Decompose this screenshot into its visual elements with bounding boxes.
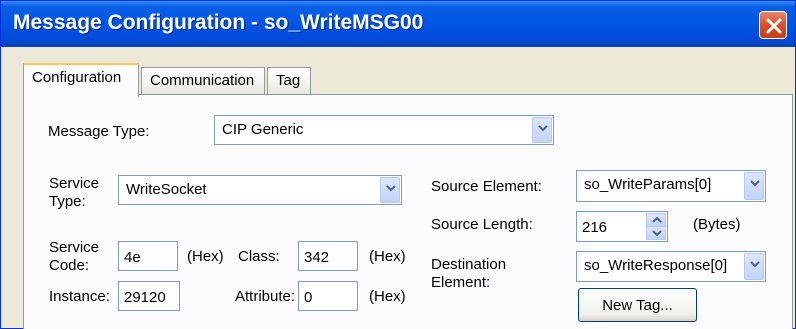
service-type-dropdown-arrow[interactable] <box>380 177 400 203</box>
message-type-value: CIP Generic <box>222 121 304 138</box>
class-label: Class: <box>238 248 280 265</box>
close-button[interactable] <box>759 11 787 39</box>
tab-tag-label: Tag <box>276 72 301 89</box>
tab-configuration-label: Configuration <box>32 69 122 86</box>
source-element-label: Source Element: <box>431 178 542 195</box>
tab-configuration[interactable]: Configuration <box>23 63 139 97</box>
chevron-down-icon <box>750 180 760 187</box>
destination-element-label-line2: Element: <box>431 274 491 291</box>
new-tag-button-label: New Tag... <box>602 297 673 314</box>
spin-down-button[interactable] <box>646 226 666 240</box>
tab-communication[interactable]: Communication <box>141 67 265 95</box>
source-element-value: so_WriteParams[0] <box>584 176 712 193</box>
source-length-label: Source Length: <box>431 216 533 233</box>
instance-input[interactable]: 29120 <box>118 281 180 311</box>
service-code-input[interactable]: 4e <box>118 241 178 271</box>
close-icon <box>766 18 782 34</box>
service-type-label-line2: Type: <box>49 193 86 210</box>
destination-element-dropdown[interactable]: so_WriteResponse[0] <box>576 251 766 282</box>
attribute-value: 0 <box>304 289 313 306</box>
service-code-value: 4e <box>124 249 141 266</box>
destination-element-dropdown-arrow-box[interactable] <box>742 251 766 282</box>
class-value: 342 <box>304 249 330 266</box>
chevron-down-icon <box>750 261 760 268</box>
destination-element-dropdown-arrow[interactable] <box>744 253 764 280</box>
instance-label: Instance: <box>49 288 110 305</box>
message-configuration-dialog: Message Configuration - so_WriteMSG00 Co… <box>0 0 796 329</box>
attribute-hex-label: (Hex) <box>369 288 406 305</box>
message-type-dropdown-arrow[interactable] <box>532 117 552 143</box>
source-element-dropdown[interactable]: so_WriteParams[0] <box>576 170 766 202</box>
message-type-dropdown[interactable]: CIP Generic <box>214 115 554 145</box>
service-type-label-line1: Service <box>49 175 100 192</box>
bytes-label: (Bytes) <box>693 216 741 233</box>
spin-up-button[interactable] <box>646 213 666 227</box>
tab-communication-label: Communication <box>150 72 255 89</box>
service-type-dropdown[interactable]: WriteSocket <box>118 175 402 205</box>
chevron-down-icon <box>386 185 396 192</box>
source-length-spinner[interactable] <box>646 213 666 240</box>
attribute-input[interactable]: 0 <box>298 281 358 311</box>
title-bar[interactable]: Message Configuration - so_WriteMSG00 <box>1 1 795 47</box>
new-tag-button[interactable]: New Tag... <box>578 288 697 322</box>
destination-element-label-line1: Destination <box>431 256 507 273</box>
source-length-input[interactable]: 216 <box>576 211 668 242</box>
source-length-value: 216 <box>582 219 608 236</box>
destination-element-value: so_WriteResponse[0] <box>584 257 728 274</box>
class-input[interactable]: 342 <box>298 241 358 271</box>
attribute-label: Attribute: <box>235 288 296 305</box>
window-title: Message Configuration - so_WriteMSG00 <box>13 11 424 34</box>
instance-value: 29120 <box>124 289 166 306</box>
class-hex-label: (Hex) <box>369 248 406 265</box>
chevron-up-icon <box>652 217 662 223</box>
service-code-hex-label: (Hex) <box>187 248 224 265</box>
chevron-down-icon <box>652 230 662 236</box>
tab-tag[interactable]: Tag <box>267 67 311 95</box>
service-code-label-line1: Service <box>49 239 100 256</box>
service-code-label-line2: Code: <box>49 257 90 274</box>
message-type-label: Message Type: <box>48 123 150 140</box>
source-element-dropdown-arrow-box[interactable] <box>742 170 766 202</box>
service-type-value: WriteSocket <box>126 181 207 198</box>
chevron-down-icon <box>538 125 548 132</box>
source-element-dropdown-arrow[interactable] <box>744 172 764 200</box>
